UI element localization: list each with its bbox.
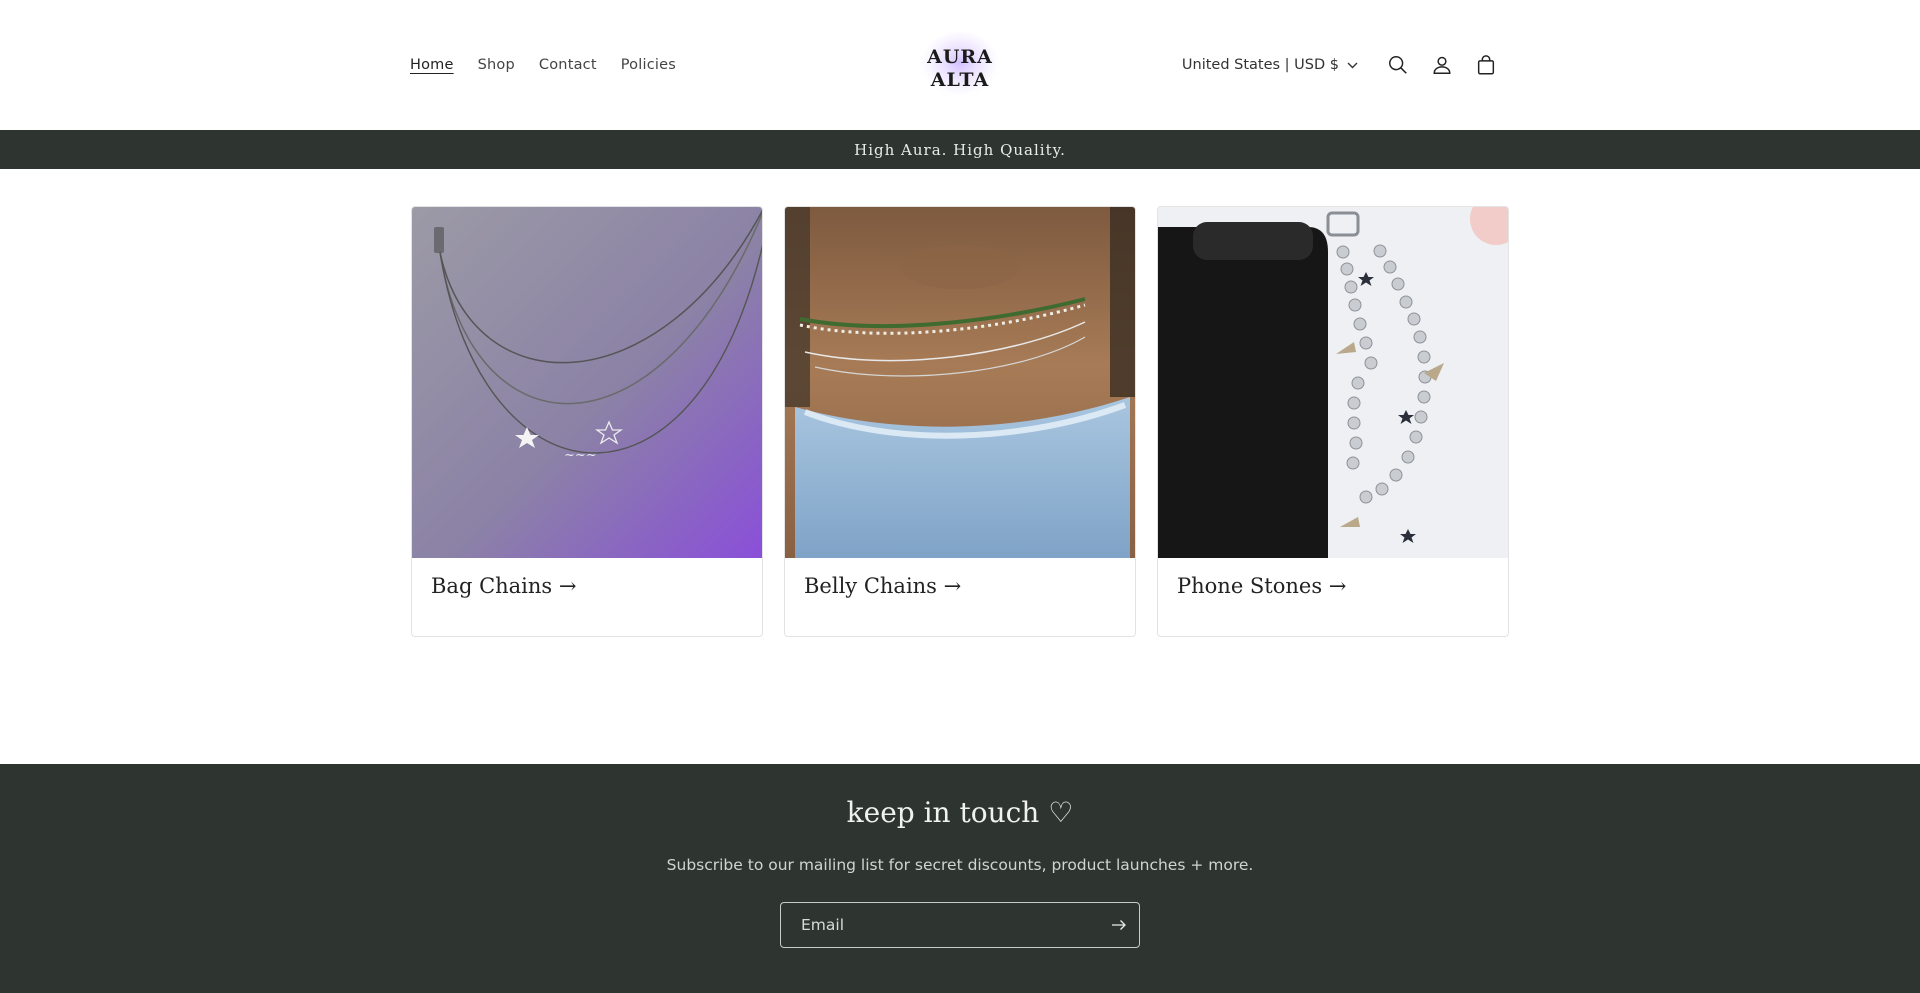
nav-home-link[interactable]: Home [410,57,454,73]
main-nav: Home Shop Contact Policies [410,0,676,130]
collection-title[interactable]: Bag Chains → [431,574,576,598]
svg-text:~~~: ~~~ [564,448,597,463]
nav-contact-link[interactable]: Contact [539,57,597,73]
search-icon[interactable] [1376,43,1420,87]
email-input[interactable] [781,902,1099,948]
locale-label: United States | USD $ [1181,57,1339,73]
collection-title[interactable]: Belly Chains → [804,574,961,598]
arrow-right-icon[interactable] [1099,903,1139,947]
nav-policies-link[interactable]: Policies [621,57,676,73]
brand-logo[interactable]: AURA ALTA [918,30,1002,102]
collection-title[interactable]: Phone Stones → [1177,574,1346,598]
site-header: Home Shop Contact Policies AURA ALTA Uni… [0,0,1920,130]
announcement-text: High Aura. High Quality. [854,140,1066,159]
collection-card-phone-stones[interactable]: Phone Stones → [1157,206,1509,637]
email-form [780,902,1140,948]
account-icon[interactable] [1420,43,1464,87]
newsletter-section: keep in touch ♡ Subscribe to our mailing… [0,764,1920,993]
collection-list: ~~~ Bag Chains → Belly Chains → Phone St… [0,169,1920,762]
belly-chains-image [785,207,1135,558]
bag-chains-image: ~~~ [412,207,762,558]
collection-card-bag-chains[interactable]: ~~~ Bag Chains → [411,206,763,637]
collection-card-belly-chains[interactable]: Belly Chains → [784,206,1136,637]
newsletter-subtitle: Subscribe to our mailing list for secret… [666,856,1254,874]
cart-icon[interactable] [1464,43,1508,87]
chevron-down-icon [1347,57,1358,73]
nav-shop-link[interactable]: Shop [478,57,515,73]
announcement-bar: High Aura. High Quality. [0,130,1920,169]
phone-stones-image [1158,207,1508,558]
logo-line-1: AURA [926,46,993,68]
header-tools: United States | USD $ [1182,0,1508,130]
logo-line-2: ALTA [930,69,989,91]
newsletter-title: keep in touch ♡ [846,796,1074,829]
locale-selector[interactable]: United States | USD $ [1182,57,1358,73]
